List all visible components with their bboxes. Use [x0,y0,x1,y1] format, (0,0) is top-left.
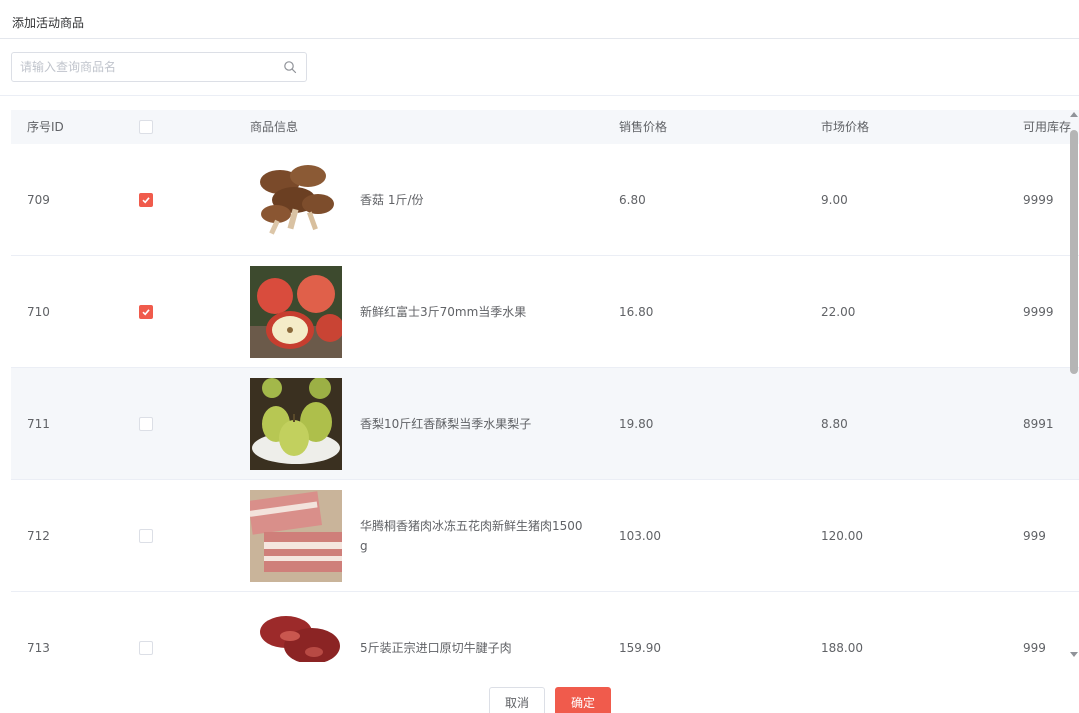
product-name: 香菇 1斤/份 [360,192,424,207]
row-id: 711 [27,416,50,431]
sale-price: 103.00 [619,528,661,543]
col-header-sale-price: 销售价格 [619,120,668,134]
product-image-mushroom [250,153,342,246]
market-price: 9.00 [821,192,848,207]
table-row[interactable]: 713 5斤装正宗进口原切牛腱子肉 159.90 188.00 999 [11,592,1079,663]
select-all-checkbox[interactable] [139,120,153,134]
search-icon[interactable] [283,60,297,74]
table-row[interactable]: 712 华腾桐香猪肉冰冻五花肉新鲜生猪肉1500g 103.00 120.00 … [11,480,1079,592]
product-name: 香梨10斤红香酥梨当季水果梨子 [360,416,532,431]
sale-price: 6.80 [619,192,646,207]
col-header-info: 商品信息 [250,120,299,134]
search-input[interactable] [20,53,270,81]
col-header-id: 序号ID [27,120,64,134]
table-header: 序号ID 商品信息 销售价格 市场价格 可用库存 [11,110,1079,144]
check-icon [142,196,150,203]
row-checkbox[interactable] [139,640,153,655]
col-header-market-price: 市场价格 [821,120,870,134]
market-price: 188.00 [821,640,863,655]
row-checkbox[interactable] [139,304,153,319]
stock: 999 [1023,528,1046,543]
sale-price: 16.80 [619,304,654,319]
stock: 9999 [1023,192,1054,207]
product-image-pear [250,377,342,470]
row-checkbox[interactable] [139,528,153,543]
product-name: 华腾桐香猪肉冰冻五花肉新鲜生猪肉1500g [360,518,583,553]
sale-price: 19.80 [619,416,654,431]
product-table: 序号ID 商品信息 销售价格 市场价格 可用库存 709 香菇 1斤/份 6.8… [11,110,1079,663]
market-price: 22.00 [821,304,856,319]
cancel-button[interactable]: 取消 [489,687,545,713]
table-row[interactable]: 709 香菇 1斤/份 6.80 9.00 9999 [11,144,1079,256]
stock: 9999 [1023,304,1054,319]
product-image-apple [250,265,342,358]
row-id: 710 [27,304,50,319]
row-checkbox[interactable] [139,192,153,207]
row-id: 713 [27,640,50,655]
confirm-button[interactable]: 确定 [555,687,611,713]
scroll-down-arrow-icon[interactable] [1070,652,1078,657]
table-scrollbar[interactable] [1069,110,1079,663]
row-id: 712 [27,528,50,543]
market-price: 120.00 [821,528,863,543]
scroll-up-arrow-icon[interactable] [1070,112,1078,117]
row-checkbox[interactable] [139,416,153,431]
row-id: 709 [27,192,50,207]
stock: 999 [1023,640,1046,655]
scrollbar-thumb[interactable] [1070,130,1078,374]
table-row[interactable]: 711 香梨10斤红香酥梨当季水果梨子 19.80 8.80 8991 [11,368,1079,480]
col-header-stock: 可用库存 [1023,120,1072,134]
sale-price: 159.90 [619,640,661,655]
product-image-pork [250,489,342,582]
product-name: 5斤装正宗进口原切牛腱子肉 [360,640,512,655]
product-image-beef [250,601,342,663]
search-box[interactable] [11,52,307,82]
table-row[interactable]: 710 新鲜红富士3斤70mm当季水果 16.80 22.00 9999 [11,256,1079,368]
dialog-title: 添加活动商品 [12,16,85,30]
title-divider [0,38,1079,39]
search-divider [0,95,1079,96]
market-price: 8.80 [821,416,848,431]
check-icon [142,308,150,315]
stock: 8991 [1023,416,1054,431]
product-name: 新鲜红富士3斤70mm当季水果 [360,304,527,319]
